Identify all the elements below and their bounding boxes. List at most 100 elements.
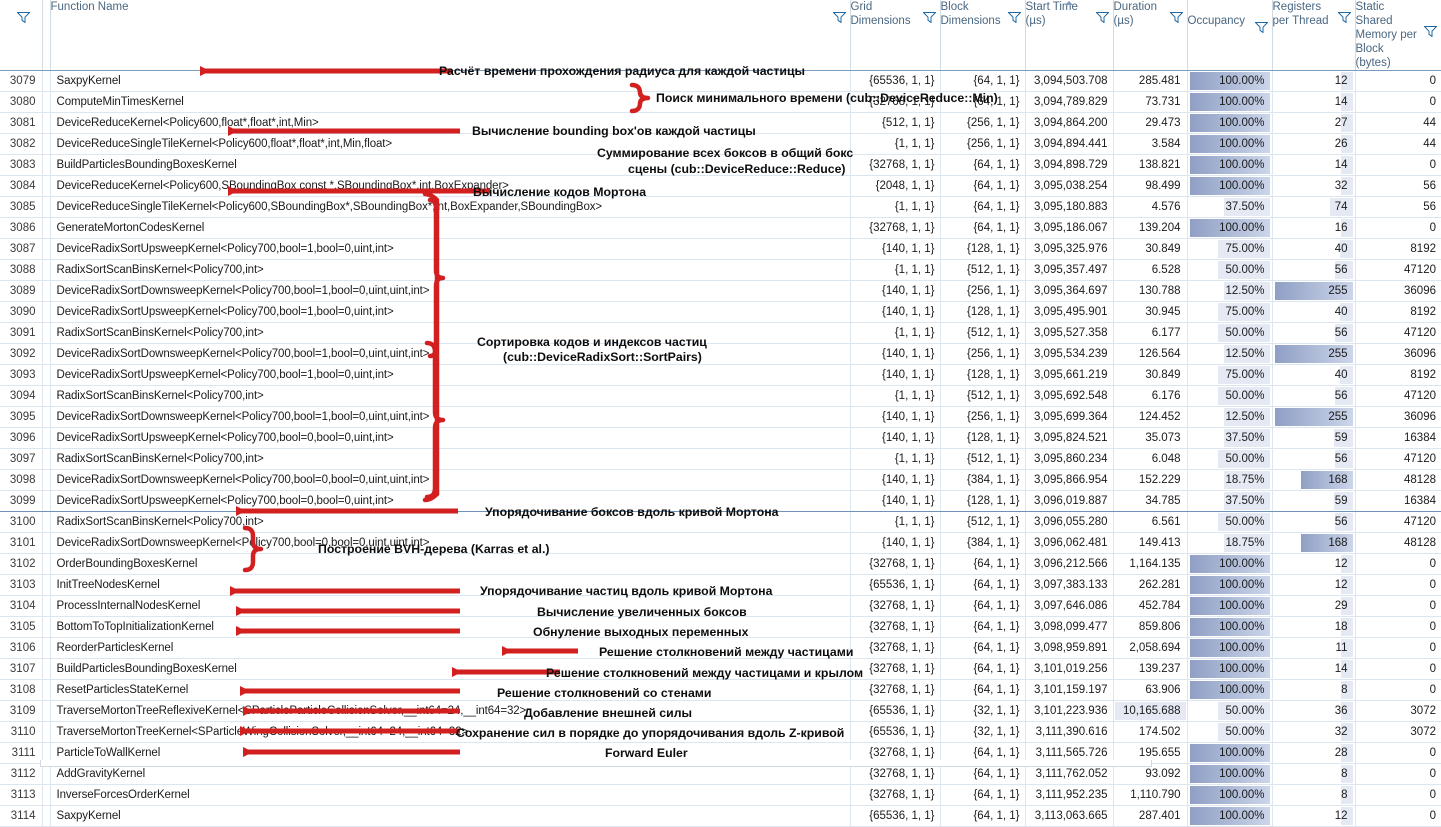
cell-start-time: 3,095,661.219 [1025, 365, 1113, 386]
cell-function-name[interactable]: DeviceRadixSortDownsweepKernel<Policy700… [50, 281, 850, 302]
cell-static-shared-memory: 0 [1355, 596, 1441, 617]
cell-duration: 262.281 [1113, 575, 1187, 596]
row-gutter [42, 344, 50, 365]
column-header-static-shared-memory[interactable]: Static Shared Memory per Block (bytes) [1355, 0, 1441, 71]
cell-start-time: 3,095,038.254 [1025, 176, 1113, 197]
table-row[interactable]: 3096 DeviceRadixSortUpsweepKernel<Policy7… [0, 428, 1441, 449]
cell-function-name[interactable]: DeviceRadixSortUpsweepKernel<Policy700,b… [50, 428, 850, 449]
cell-function-name[interactable]: InverseForcesOrderKernel [50, 785, 850, 806]
cell-static-shared-memory: 3072 [1355, 701, 1441, 722]
cell-block-dimensions: {64, 1, 1} [940, 680, 1025, 701]
table-row[interactable]: 3102OrderBoundingBoxesKernel{32768, 1, 1… [0, 554, 1441, 575]
cell-static-shared-memory: 47120 [1355, 512, 1441, 533]
row-number: 3088 [0, 260, 42, 281]
row-number: 3096 [0, 428, 42, 449]
cell-start-time: 3,096,055.280 [1025, 512, 1113, 533]
table-row[interactable]: 3085DeviceReduceSingleTileKernel<Policy6… [0, 197, 1441, 218]
table-row[interactable]: 3098DeviceRadixSortDownsweepKernel<Polic… [0, 470, 1441, 491]
cell-static-shared-memory: 0 [1355, 575, 1441, 596]
column-header-function-name[interactable]: Function Name [50, 0, 850, 71]
column-header-block-dimensions[interactable]: Block Dimensions [940, 0, 1025, 71]
table-row[interactable]: 3109 TraverseMortonTreeReflexiveKernel<SP… [0, 701, 1441, 722]
cell-function-name[interactable]: SaxpyKernel [50, 806, 850, 827]
cell-grid-dimensions: {1, 1, 1} [850, 197, 940, 218]
cell-static-shared-memory: 47120 [1355, 386, 1441, 407]
cell-start-time: 3,098,959.891 [1025, 638, 1113, 659]
cell-registers-per-thread: 40 [1272, 302, 1355, 323]
header-label-line3: Block (bytes) [1356, 42, 1441, 70]
cell-occupancy: 100.00% [1187, 785, 1272, 806]
cell-function-name[interactable]: DeviceReduceKernel<Policy600,SBoundingBo… [50, 176, 850, 197]
cell-occupancy: 100.00% [1187, 155, 1272, 176]
table-row[interactable]: 3113InverseForcesOrderKernel{32768, 1, 1… [0, 785, 1441, 806]
annotation-label: (cub::DeviceRadixSort::SortPairs) [503, 350, 702, 365]
table-row[interactable]: 3086GenerateMortonCodesKernel{32768, 1, … [0, 218, 1441, 239]
cell-function-name[interactable]: RadixSortScanBinsKernel<Policy700,int> [50, 323, 850, 344]
cell-static-shared-memory: 36096 [1355, 344, 1441, 365]
cell-duration: 287.401 [1113, 806, 1187, 827]
table-row[interactable]: 3101DeviceRadixSortDownsweepKernel<Polic… [0, 533, 1441, 554]
row-number: 3108 [0, 680, 42, 701]
column-header-occupancy[interactable]: Occupancy [1187, 0, 1272, 71]
column-header-duration[interactable]: Duration (µs) [1113, 0, 1187, 71]
table-row[interactable]: 3094RadixSortScanBinsKernel<Policy700,in… [0, 386, 1441, 407]
cell-grid-dimensions: {65536, 1, 1} [850, 701, 940, 722]
annotation-label: Построение BVH-дерева (Karras et al.) [318, 542, 549, 557]
cell-function-name[interactable]: TraverseMortonTreeReflexiveKernel<SParti… [50, 701, 850, 722]
annotation-label: Вычисление bounding box'ов каждой частиц… [472, 124, 756, 139]
cell-function-name[interactable]: RadixSortScanBinsKernel<Policy700,int> [50, 260, 850, 281]
column-header-grid-dimensions[interactable]: Grid Dimensions [850, 0, 940, 71]
table-row[interactable]: 3095DeviceRadixSortDownsweepKernel<Polic… [0, 407, 1441, 428]
table-body[interactable]: 3079SaxpyKernel{65536, 1, 1}{64, 1, 1}3,… [0, 71, 1441, 827]
table-row[interactable]: 3090DeviceRadixSortUpsweepKernel<Policy7… [0, 302, 1441, 323]
cell-function-name[interactable]: ResetParticlesStateKernel [50, 680, 850, 701]
cell-grid-dimensions: {1, 1, 1} [850, 512, 940, 533]
cell-function-name[interactable]: DeviceRadixSortDownsweepKernel<Policy700… [50, 470, 850, 491]
header-label-line1: Duration [1114, 0, 1187, 14]
table-row[interactable]: 3089DeviceRadixSortDownsweepKernel<Polic… [0, 281, 1441, 302]
cell-function-name[interactable]: DeviceReduceSingleTileKernel<Policy600,S… [50, 197, 850, 218]
cell-registers-per-thread: 40 [1272, 239, 1355, 260]
table-row[interactable]: 3087 DeviceRadixSortUpsweepKernel<Policy7… [0, 239, 1441, 260]
cell-function-name[interactable]: GenerateMortonCodesKernel [50, 218, 850, 239]
cell-function-name[interactable]: DeviceRadixSortUpsweepKernel<Policy700,b… [50, 302, 850, 323]
table-row[interactable]: 3092DeviceRadixSortDownsweepKernel<Polic… [0, 344, 1441, 365]
table-row[interactable]: 3088 RadixSortScanBinsKernel<Policy700,in… [0, 260, 1441, 281]
cell-function-name[interactable]: DeviceRadixSortUpsweepKernel<Policy700,b… [50, 239, 850, 260]
cell-function-name[interactable]: RadixSortScanBinsKernel<Policy700,int> [50, 449, 850, 470]
table-row[interactable]: 3114SaxpyKernel{65536, 1, 1}{64, 1, 1}3,… [0, 806, 1441, 827]
cell-block-dimensions: {64, 1, 1} [940, 659, 1025, 680]
table-row[interactable]: 3097 RadixSortScanBinsKernel<Policy700,in… [0, 449, 1441, 470]
cell-block-dimensions: {384, 1, 1} [940, 470, 1025, 491]
row-number: 3079 [0, 71, 42, 92]
cell-start-time: 3,094,894.441 [1025, 134, 1113, 155]
cell-registers-per-thread: 14 [1272, 92, 1355, 113]
cell-function-name[interactable]: DeviceRadixSortUpsweepKernel<Policy700,b… [50, 365, 850, 386]
row-number: 3087 [0, 239, 42, 260]
table-row[interactable]: 3084DeviceReduceKernel<Policy600,SBoundi… [0, 176, 1441, 197]
row-number: 3109 [0, 701, 42, 722]
column-header-start-time[interactable]: Start Time (µs) [1025, 0, 1113, 71]
cell-grid-dimensions: {32768, 1, 1} [850, 155, 940, 176]
cell-function-name[interactable]: RadixSortScanBinsKernel<Policy700,int> [50, 386, 850, 407]
cell-duration: 6.048 [1113, 449, 1187, 470]
cell-function-name[interactable]: DeviceRadixSortDownsweepKernel<Policy700… [50, 407, 850, 428]
cell-grid-dimensions: {1, 1, 1} [850, 449, 940, 470]
table-row[interactable]: 3108ResetParticlesStateKernel{32768, 1, … [0, 680, 1441, 701]
filter-header-cell[interactable] [42, 0, 50, 71]
cell-start-time: 3,095,325.976 [1025, 239, 1113, 260]
cell-duration: 124.452 [1113, 407, 1187, 428]
cell-duration: 30.849 [1113, 365, 1187, 386]
cell-registers-per-thread: 59 [1272, 428, 1355, 449]
cell-function-name[interactable]: DeviceRadixSortDownsweepKernel<Policy700… [50, 344, 850, 365]
column-header-registers-per-thread[interactable]: Registers per Thread [1272, 0, 1355, 71]
row-gutter [42, 449, 50, 470]
cell-registers-per-thread: 26 [1272, 134, 1355, 155]
row-gutter [42, 596, 50, 617]
table-row[interactable]: 3093DeviceRadixSortUpsweepKernel<Policy7… [0, 365, 1441, 386]
row-number: 3081 [0, 113, 42, 134]
cell-duration: 30.945 [1113, 302, 1187, 323]
row-gutter [42, 71, 50, 92]
table-row[interactable]: 3091RadixSortScanBinsKernel<Policy700,in… [0, 323, 1441, 344]
row-number: 3097 [0, 449, 42, 470]
